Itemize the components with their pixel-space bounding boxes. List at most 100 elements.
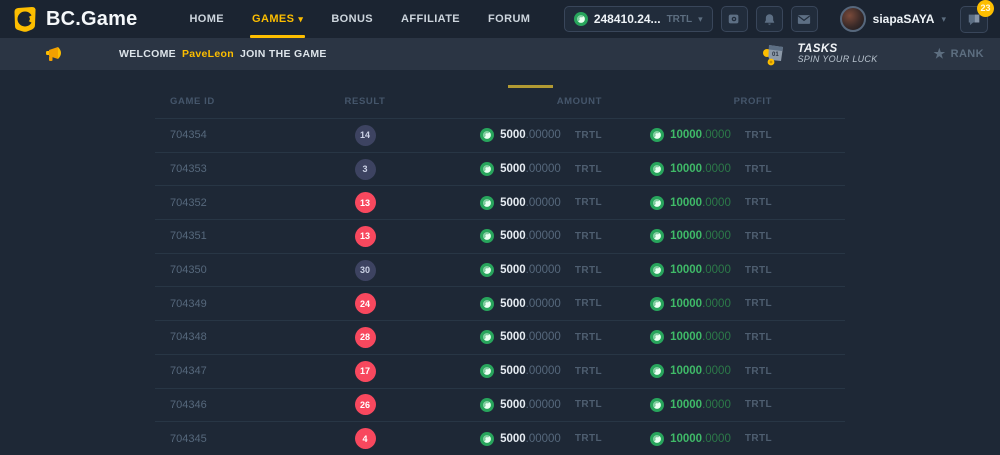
coin-icon <box>480 432 494 446</box>
messages-button[interactable] <box>791 6 818 32</box>
spin-tasks-icon: 01 <box>759 41 789 67</box>
banner-right-group: 01 TASKS SPIN YOUR LUCK ★ RANK <box>759 41 984 67</box>
result-number-chip: 24 <box>355 293 376 314</box>
result-cell: 4 <box>295 428 435 449</box>
table-row[interactable]: 704351 13 5000.00000 TRTL 10000.0000 TRT… <box>155 219 845 253</box>
coin-icon <box>650 263 664 277</box>
nav-item-affiliate[interactable]: AFFILIATE <box>387 0 474 38</box>
table-row[interactable]: 704345 4 5000.00000 TRTL 10000.0000 TRTL <box>155 421 845 455</box>
bcgame-logo-icon <box>12 6 38 32</box>
amount-cell: 5000.00000 TRTL <box>435 229 602 243</box>
amount-cell: 5000.00000 TRTL <box>435 432 602 446</box>
result-number-chip: 14 <box>355 125 376 146</box>
currency-label: TRTL <box>745 265 772 276</box>
table-row[interactable]: 704350 30 5000.00000 TRTL 10000.0000 TRT… <box>155 253 845 287</box>
coin-icon <box>650 330 664 344</box>
result-number-chip: 17 <box>355 361 376 382</box>
notifications-button[interactable] <box>756 6 783 32</box>
chat-unread-badge: 23 <box>977 0 994 17</box>
coin-icon <box>650 364 664 378</box>
currency-label: TRTL <box>575 130 602 141</box>
game-id-cell: 704353 <box>155 163 295 175</box>
envelope-icon <box>797 13 811 26</box>
result-cell: 13 <box>295 192 435 213</box>
balance-selector[interactable]: 248410.24... TRTL ▾ <box>564 6 713 32</box>
welcome-username: PaveLeon <box>182 48 234 60</box>
coin-icon <box>650 297 664 311</box>
coin-icon <box>480 162 494 176</box>
coin-icon <box>480 196 494 210</box>
currency-label: TRTL <box>575 265 602 276</box>
table-row[interactable]: 704353 3 5000.00000 TRTL 10000.0000 TRTL <box>155 152 845 186</box>
active-tab-indicator <box>508 85 553 88</box>
profit-cell: 10000.0000 TRTL <box>602 196 772 210</box>
tasks-spin-button[interactable]: 01 TASKS SPIN YOUR LUCK <box>759 41 877 67</box>
game-id-cell: 704354 <box>155 129 295 141</box>
result-cell: 3 <box>295 159 435 180</box>
header-game-id: GAME ID <box>155 96 295 107</box>
result-cell: 17 <box>295 361 435 382</box>
currency-label: TRTL <box>745 130 772 141</box>
user-menu[interactable]: siapaSAYA ▾ <box>840 6 946 32</box>
result-number-chip: 26 <box>355 394 376 415</box>
table-row[interactable]: 704346 26 5000.00000 TRTL 10000.0000 TRT… <box>155 388 845 422</box>
game-id-cell: 704352 <box>155 197 295 209</box>
currency-label: TRTL <box>575 164 602 175</box>
result-number-chip: 3 <box>355 159 376 180</box>
nav-item-games[interactable]: GAMES ▾ <box>238 0 317 38</box>
coin-icon <box>574 12 588 26</box>
nav-item-bonus[interactable]: BONUS <box>317 0 387 38</box>
table-row[interactable]: 704352 13 5000.00000 TRTL 10000.0000 TRT… <box>155 185 845 219</box>
megaphone-icon <box>45 46 67 63</box>
amount-cell: 5000.00000 TRTL <box>435 196 602 210</box>
game-id-cell: 704348 <box>155 331 295 343</box>
main-nav: HOME GAMES ▾ BONUS AFFILIATE FORUM <box>175 0 544 38</box>
chevron-down-icon: ▾ <box>698 14 703 25</box>
profit-cell: 10000.0000 TRTL <box>602 398 772 412</box>
currency-label: TRTL <box>745 399 772 410</box>
header-amount: AMOUNT <box>435 96 602 107</box>
currency-label: TRTL <box>745 231 772 242</box>
amount-cell: 5000.00000 TRTL <box>435 162 602 176</box>
balance-currency: TRTL <box>667 14 693 25</box>
svg-text:01: 01 <box>772 52 779 58</box>
coin-icon <box>650 196 664 210</box>
brand-title: BC.Game <box>46 8 137 31</box>
currency-label: TRTL <box>745 366 772 377</box>
rank-button[interactable]: ★ RANK <box>934 46 984 62</box>
currency-label: TRTL <box>575 399 602 410</box>
header-result: RESULT <box>295 96 435 107</box>
coin-icon <box>650 128 664 142</box>
amount-cell: 5000.00000 TRTL <box>435 364 602 378</box>
currency-label: TRTL <box>575 332 602 343</box>
coin-icon <box>480 263 494 277</box>
chat-button[interactable]: 23 <box>960 6 988 33</box>
game-id-cell: 704349 <box>155 298 295 310</box>
balance-value: 248410.24... <box>594 12 661 26</box>
amount-cell: 5000.00000 TRTL <box>435 330 602 344</box>
result-number-chip: 13 <box>355 192 376 213</box>
table-header-row: GAME ID RESULT AMOUNT PROFIT <box>155 85 845 118</box>
rank-label: RANK <box>951 48 984 60</box>
table-row[interactable]: 704349 24 5000.00000 TRTL 10000.0000 TRT… <box>155 286 845 320</box>
amount-cell: 5000.00000 TRTL <box>435 263 602 277</box>
nav-item-home[interactable]: HOME <box>175 0 238 38</box>
profit-cell: 10000.0000 TRTL <box>602 364 772 378</box>
result-cell: 13 <box>295 226 435 247</box>
result-cell: 26 <box>295 394 435 415</box>
result-cell: 30 <box>295 260 435 281</box>
bell-icon <box>763 13 776 26</box>
result-cell: 24 <box>295 293 435 314</box>
result-number-chip: 30 <box>355 260 376 281</box>
coin-icon <box>480 297 494 311</box>
result-number-chip: 4 <box>355 428 376 449</box>
table-row[interactable]: 704347 17 5000.00000 TRTL 10000.0000 TRT… <box>155 354 845 388</box>
table-row[interactable]: 704354 14 5000.00000 TRTL 10000.0000 TRT… <box>155 118 845 152</box>
wallet-button[interactable] <box>721 6 748 32</box>
table-row[interactable]: 704348 28 5000.00000 TRTL 10000.0000 TRT… <box>155 320 845 354</box>
coin-icon <box>650 398 664 412</box>
coin-icon <box>650 162 664 176</box>
nav-item-forum[interactable]: FORUM <box>474 0 544 38</box>
brand-logo[interactable]: BC.Game <box>12 6 137 32</box>
game-id-cell: 704350 <box>155 264 295 276</box>
